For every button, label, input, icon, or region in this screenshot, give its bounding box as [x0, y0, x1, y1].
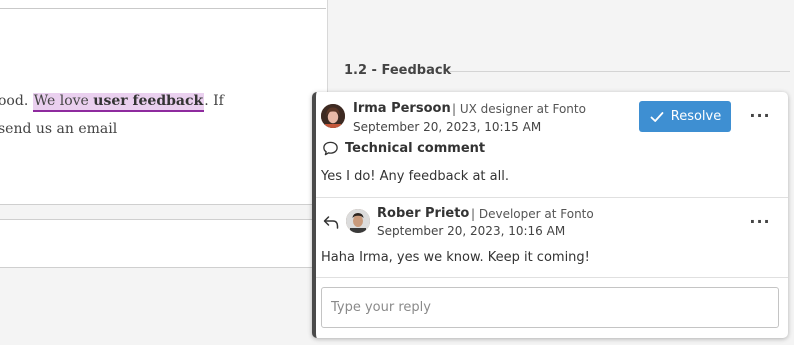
comment-type-label: Technical comment	[345, 141, 486, 156]
avatar-image	[321, 104, 345, 128]
highlight-text: We love	[33, 93, 94, 109]
document-line-2: send us an email	[0, 121, 118, 137]
comment-card[interactable]: Irma Persoon | UX designer at Fonto Sept…	[312, 92, 788, 338]
reply-more-button[interactable]: ···	[749, 211, 771, 231]
document-text-before: ood.	[0, 93, 33, 109]
comment-more-button[interactable]: ···	[749, 105, 771, 125]
highlighted-comment-anchor[interactable]: We love user feedback	[32, 93, 205, 112]
section-heading: 1.2 - Feedback	[344, 63, 452, 78]
comment-body: Yes I do! Any feedback at all.	[321, 169, 509, 184]
document-line-1: ood. We love user feedback. If	[0, 93, 224, 112]
more-horizontal-icon: ···	[749, 105, 771, 125]
comment-divider	[316, 197, 788, 198]
reply-date: September 20, 2023, 10:16 AM	[377, 224, 566, 238]
reply-input[interactable]	[321, 287, 779, 328]
more-horizontal-icon: ···	[749, 211, 771, 231]
comment-type: Technical comment	[322, 140, 485, 157]
reply-author-role: | Developer at Fonto	[471, 207, 594, 221]
page-top-rule	[0, 8, 326, 9]
highlight-bold-text: user feedback	[93, 93, 204, 109]
avatar-image	[346, 209, 370, 233]
comment-author-name: Irma Persoon	[353, 101, 451, 116]
comment-date: September 20, 2023, 10:15 AM	[353, 120, 542, 134]
reply-arrow-icon	[323, 216, 339, 229]
author-avatar	[321, 104, 345, 128]
reply-author-avatar	[346, 209, 370, 233]
document-pane: ood. We love user feedback. If send us a…	[0, 0, 328, 345]
reply-divider	[316, 277, 788, 278]
check-icon	[650, 111, 664, 122]
resolve-button-label: Resolve	[670, 109, 722, 124]
section-heading-rule	[450, 71, 790, 72]
speech-bubble-icon	[323, 141, 338, 156]
comment-author-role: | UX designer at Fonto	[452, 102, 586, 116]
resolve-button[interactable]: Resolve	[639, 101, 731, 132]
document-page: ood. We love user feedback. If send us a…	[0, 0, 328, 205]
document-text-after: . If	[204, 93, 224, 109]
reply-author-name: Rober Prieto	[377, 206, 470, 221]
document-next-block	[0, 219, 328, 268]
reply-body: Haha Irma, yes we know. Keep it coming!	[321, 250, 590, 265]
